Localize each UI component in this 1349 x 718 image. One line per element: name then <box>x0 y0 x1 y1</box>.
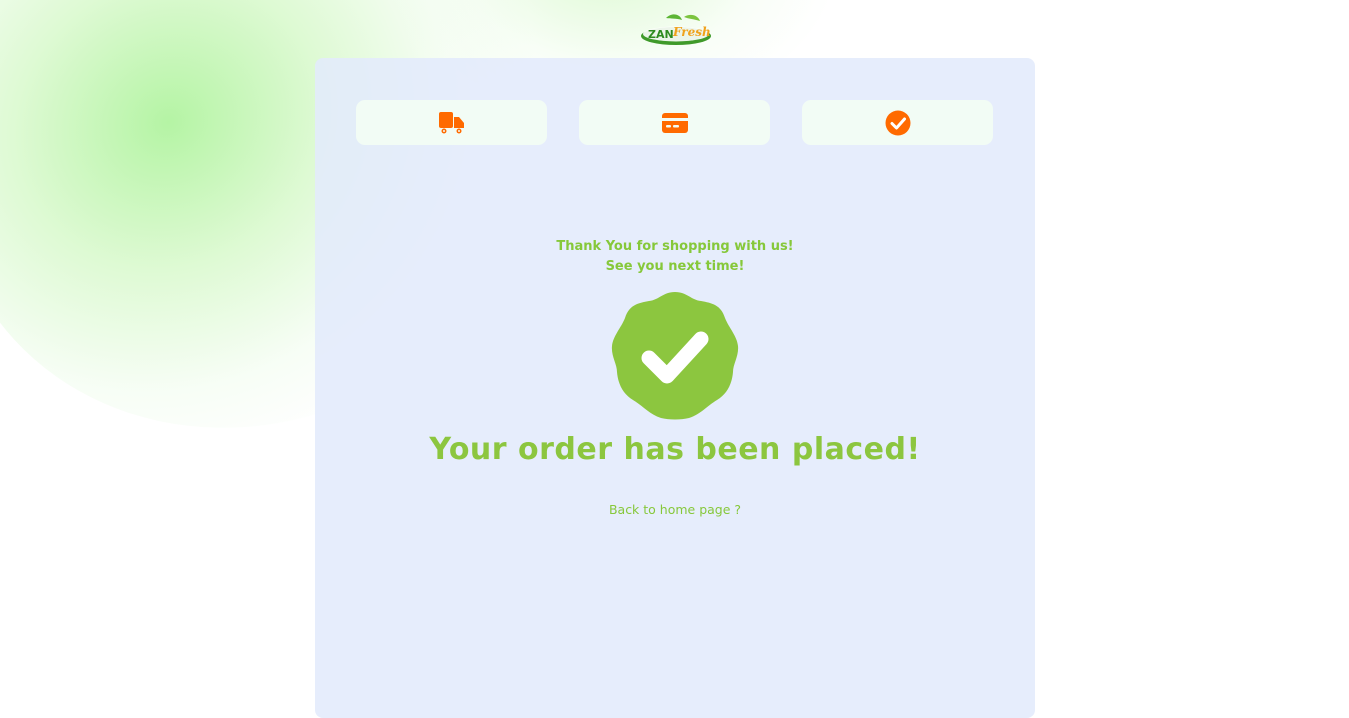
svg-text:Fresh: Fresh <box>672 25 711 39</box>
check-badge-icon <box>611 292 739 420</box>
thanks-message: Thank You for shopping with us! <box>556 239 794 254</box>
see-you-message: See you next time! <box>605 259 745 274</box>
brand-logo[interactable]: ZAN Fresh <box>640 12 712 46</box>
svg-text:ZAN: ZAN <box>648 28 674 41</box>
order-placed-heading: Your order has been placed! <box>429 432 921 467</box>
credit-card-icon <box>661 112 688 133</box>
truck-icon <box>438 111 464 133</box>
checkout-card: Thank You for shopping with us! See you … <box>315 58 1035 718</box>
order-success-badge <box>611 292 739 420</box>
step-shipping[interactable] <box>356 100 547 145</box>
zanfresh-logo-icon: ZAN Fresh <box>641 14 711 45</box>
home-link-container: Back to home page ? <box>315 502 1035 517</box>
step-payment[interactable] <box>579 100 770 145</box>
check-badge-icon <box>885 110 910 135</box>
checkout-steps <box>356 100 993 145</box>
back-to-home-link[interactable]: Back to home page ? <box>609 502 741 517</box>
step-confirmation[interactable] <box>802 100 993 145</box>
